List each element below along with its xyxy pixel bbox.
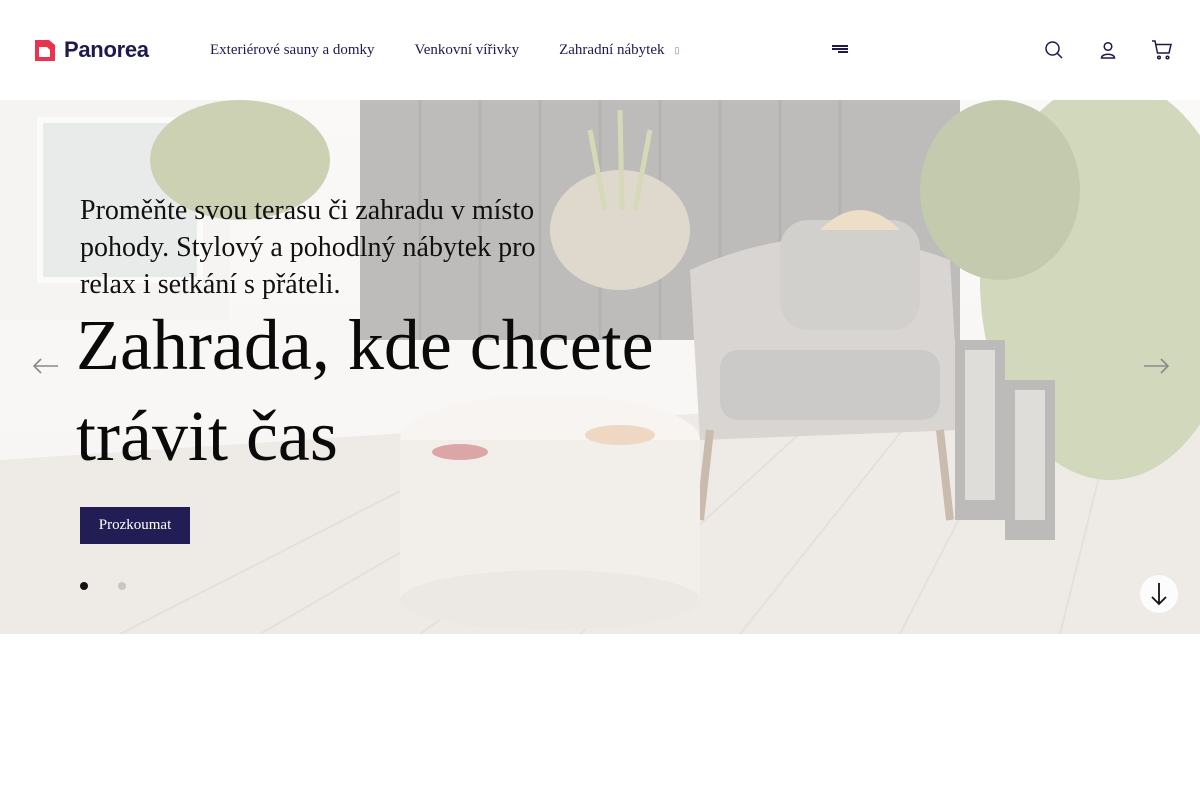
nav-item-hot-tubs[interactable]: Venkovní vířivky <box>415 42 520 59</box>
slide-dot-1[interactable] <box>80 582 88 590</box>
explore-button[interactable]: Prozkoumat <box>80 507 190 544</box>
arrow-down-icon[interactable] <box>1140 575 1178 613</box>
slide-dot-2[interactable] <box>118 582 126 590</box>
search-icon[interactable] <box>1042 38 1066 62</box>
hero-slider: Proměňte svou terasu či zahradu v místo … <box>0 100 1200 634</box>
brand-name: Panorea <box>64 37 149 62</box>
cart-icon[interactable] <box>1150 38 1174 62</box>
nav-item-garden-furniture[interactable]: Zahradní nábytek ▯ <box>559 42 679 59</box>
hero-title: Zahrada, kde chcete trávit čas <box>76 305 654 476</box>
main-nav: Exteriérové sauny a domky Venkovní vířiv… <box>210 40 719 60</box>
site-header: Panorea Exteriérové sauny a domky Venkov… <box>0 0 1200 100</box>
header-actions <box>1012 38 1174 62</box>
slider-pagination <box>80 582 156 590</box>
arrow-right-icon[interactable] <box>1142 356 1170 376</box>
dropdown-icon: ▯ <box>674 44 680 55</box>
hamburger-icon[interactable] <box>832 45 848 55</box>
logo-mark-icon <box>34 38 56 62</box>
brand-logo[interactable]: Panorea <box>34 36 149 64</box>
hero-subtitle: Proměňte svou terasu či zahradu v místo … <box>80 195 536 300</box>
arrow-left-icon[interactable] <box>32 356 60 376</box>
user-icon[interactable] <box>1096 38 1120 62</box>
nav-item-label: Zahradní nábytek <box>559 41 665 58</box>
nav-item-saunas[interactable]: Exteriérové sauny a domky <box>210 42 375 59</box>
